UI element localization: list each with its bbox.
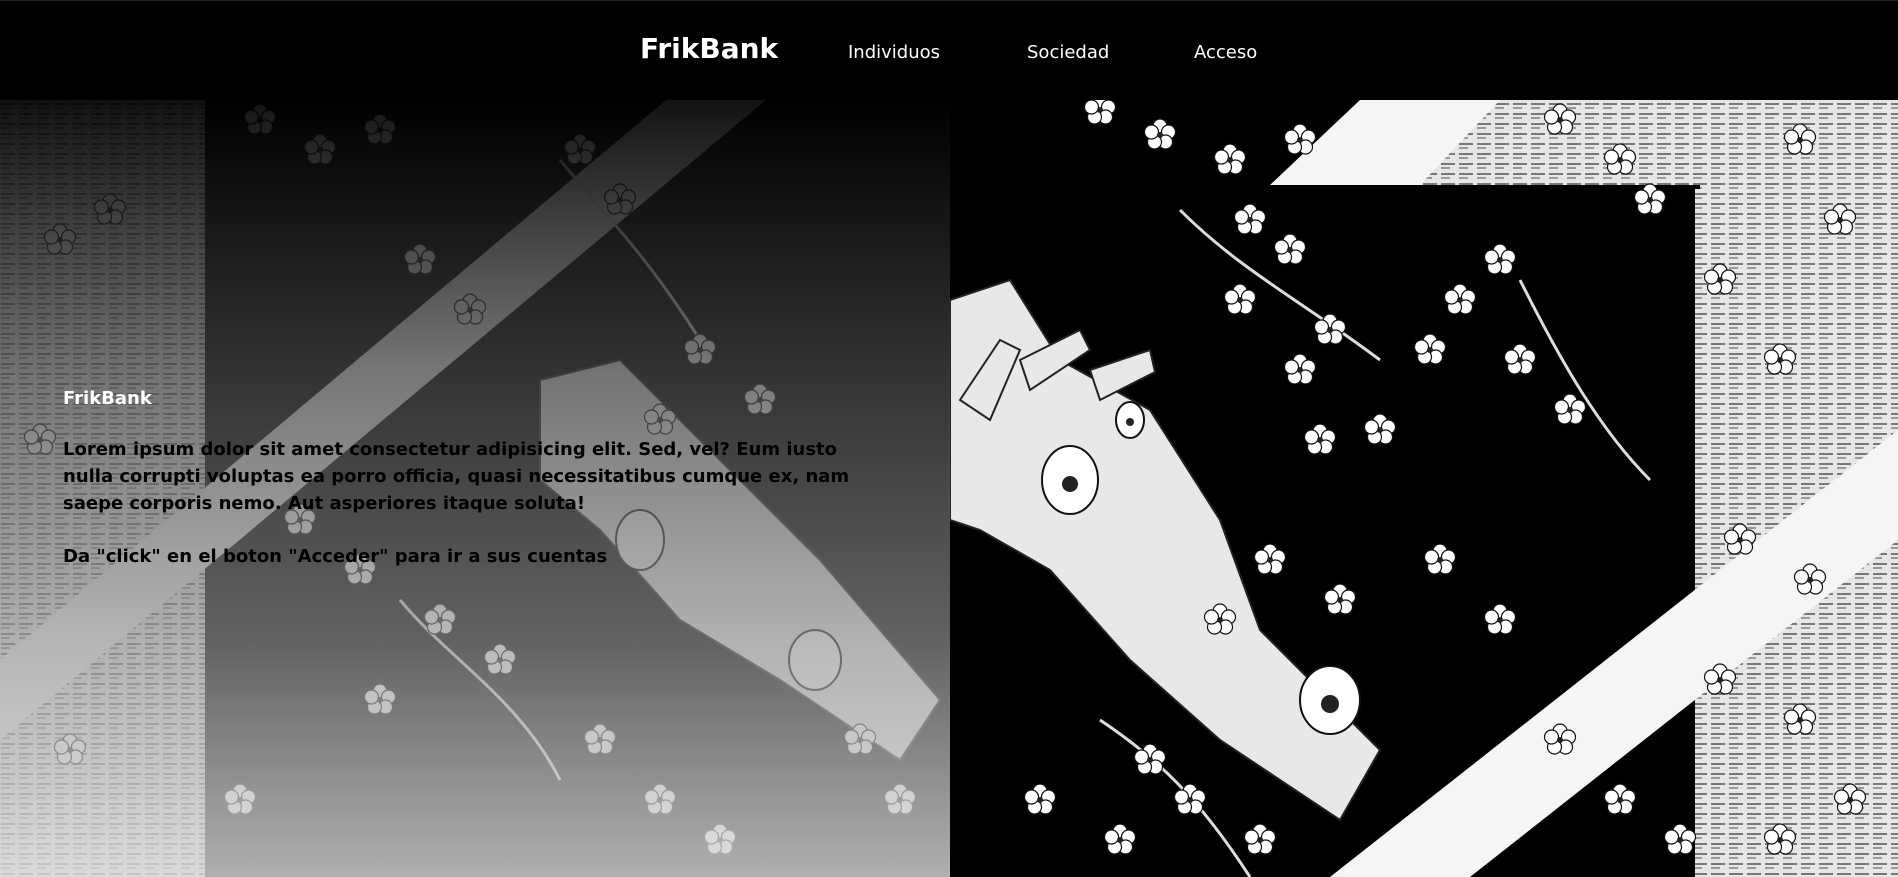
nav-link-acceso[interactable]: Acceso	[1194, 44, 1257, 62]
navbar: FrikBank Individuos Sociedad Acceso	[0, 0, 1898, 100]
hero-content: FrikBank Lorem ipsum dolor sit amet cons…	[63, 388, 893, 570]
page: FrikBank Individuos Sociedad Acceso Frik…	[0, 0, 1898, 877]
hero-description: Lorem ipsum dolor sit amet consectetur a…	[63, 439, 850, 514]
nav-link-individuos[interactable]: Individuos	[848, 44, 940, 62]
hero-title: FrikBank	[63, 388, 152, 409]
brand-logo-link[interactable]: FrikBank	[640, 35, 778, 63]
nav-link-sociedad[interactable]: Sociedad	[1027, 44, 1109, 62]
hero-cta-text: Da "click" en el boton "Acceder" para ir…	[63, 546, 608, 567]
